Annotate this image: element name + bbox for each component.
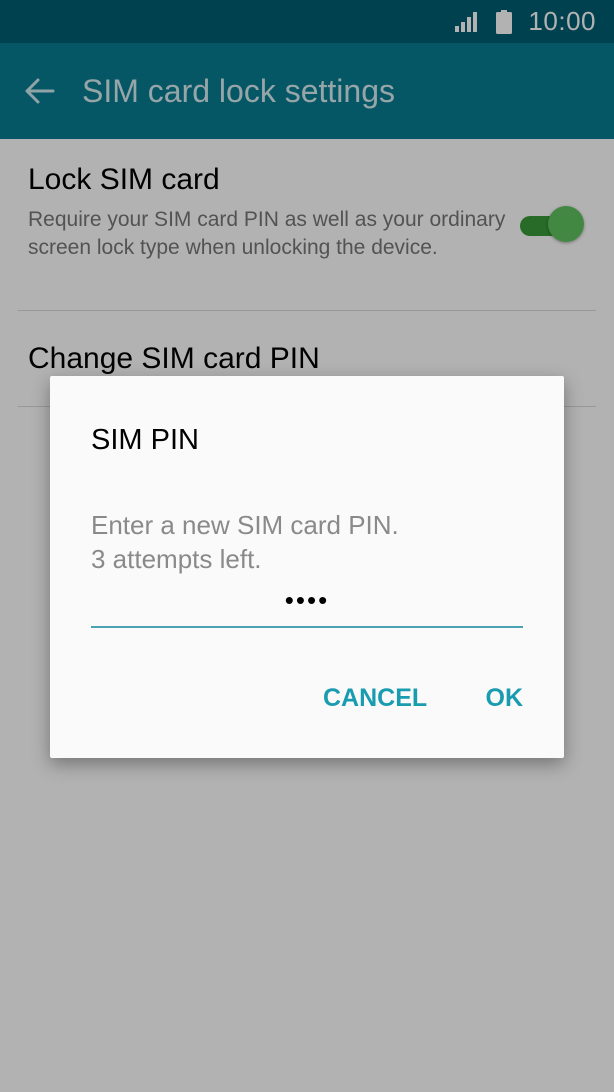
pin-input[interactable] bbox=[91, 574, 523, 628]
cancel-button[interactable]: CANCEL bbox=[323, 684, 427, 713]
dialog-title: SIM PIN bbox=[91, 424, 199, 456]
sim-pin-dialog: SIM PIN Enter a new SIM card PIN. 3 atte… bbox=[50, 376, 564, 758]
screen: 10:00 SIM card lock settings Lock SIM ca… bbox=[0, 0, 614, 1092]
dialog-message-line2: 3 attempts left. bbox=[91, 544, 262, 574]
dialog-message: Enter a new SIM card PIN. 3 attempts lef… bbox=[91, 508, 399, 576]
ok-button[interactable]: OK bbox=[486, 684, 524, 713]
dialog-message-line1: Enter a new SIM card PIN. bbox=[91, 510, 399, 540]
